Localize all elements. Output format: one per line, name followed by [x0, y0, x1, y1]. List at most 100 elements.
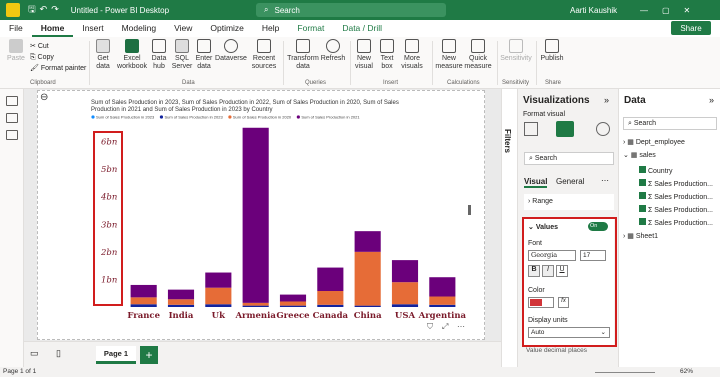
tab-modeling[interactable]: Modeling — [113, 20, 166, 37]
text-box-button[interactable]: Text box — [377, 39, 397, 71]
tab-view[interactable]: View — [165, 20, 201, 37]
zoom-level: 62% — [680, 368, 694, 375]
legend-label: Sum of Sales Production in 2020 — [233, 115, 292, 120]
visualizations-title: Visualizations — [523, 95, 590, 106]
transform-data-button[interactable]: Transform data — [287, 39, 319, 71]
publish-icon — [545, 39, 559, 53]
filters-pane[interactable]: Filters — [501, 89, 517, 367]
window-controls[interactable]: —▢✕ — [640, 6, 704, 15]
filter-icon[interactable]: ⛉ — [427, 322, 433, 329]
new-measure-button[interactable]: New measure — [435, 39, 463, 71]
back-arrow-icon[interactable]: ⊖ — [40, 92, 48, 103]
chart-legend: Sum of Sales Production in 2023 Sum of Sa… — [91, 115, 360, 120]
publish-button[interactable]: Publish — [539, 39, 565, 63]
bar-segment — [242, 127, 269, 303]
group-sensitivity: Sensitivity — [502, 80, 530, 86]
bar-segment — [317, 267, 344, 292]
bar-segment — [167, 304, 195, 307]
tab-help[interactable]: Help — [253, 20, 288, 37]
cut-button[interactable]: ✂ Cut — [30, 41, 86, 52]
table-view-icon[interactable] — [5, 113, 18, 123]
page-tab[interactable]: Page 1 — [96, 346, 136, 364]
more-visuals-icon — [405, 39, 419, 53]
table-sales[interactable]: ⌄ ▦ sales — [623, 151, 656, 159]
quick-measure-button[interactable]: Quick measure — [464, 39, 492, 71]
more-options-icon[interactable]: ⋯ — [457, 322, 465, 329]
add-page-button[interactable]: + — [140, 346, 158, 364]
decimal-places-label: Value decimal places — [526, 347, 587, 354]
sensitivity-button[interactable]: Sensitivity — [500, 39, 532, 63]
refresh-button[interactable]: Refresh — [320, 39, 346, 63]
report-view-icon[interactable] — [5, 96, 18, 106]
table-icon — [197, 39, 211, 53]
data-hub-button[interactable]: Data hub — [150, 39, 168, 71]
tab-optimize[interactable]: Optimize — [201, 20, 253, 37]
textbox-icon — [380, 39, 394, 53]
legend-marker — [296, 115, 300, 119]
share-button[interactable]: Share — [671, 21, 711, 35]
data-title: Data — [624, 95, 646, 106]
chart-icon — [357, 39, 371, 53]
excel-button[interactable]: Excel workbook — [117, 39, 147, 71]
desktop-view-icon[interactable]: ▭ — [30, 348, 39, 359]
quick-access-icons[interactable]: 🖫↶↷ — [28, 2, 63, 18]
bar-segment — [317, 291, 344, 305]
format-brush-icon[interactable] — [556, 121, 574, 137]
build-visual-icon[interactable] — [524, 122, 538, 136]
copy-button[interactable]: ⎘ Copy — [30, 52, 86, 63]
dataverse-button[interactable]: Dataverse — [215, 39, 247, 63]
tab-general[interactable]: General — [556, 177, 584, 186]
table-dept-employee[interactable]: › ▦ Dept_employee — [623, 138, 685, 146]
recent-sources-button[interactable]: Recent sources — [249, 39, 279, 71]
tab-file[interactable]: File — [0, 20, 32, 37]
focus-mode-icon[interactable]: ⤢ — [441, 322, 448, 329]
bar-segment — [354, 231, 381, 252]
analytics-icon[interactable] — [596, 122, 610, 136]
model-view-icon[interactable] — [5, 130, 18, 140]
page-indicator: Page 1 of 1 — [3, 368, 37, 375]
new-visual-button[interactable]: New visual — [353, 39, 375, 71]
sql-server-button[interactable]: SQL Server — [171, 39, 193, 71]
get-data-button[interactable]: Get data — [92, 39, 114, 71]
paste-button[interactable]: Paste — [6, 39, 26, 63]
tab-insert[interactable]: Insert — [73, 20, 112, 37]
viz-search-input[interactable]: ⌕ Search — [524, 152, 614, 165]
x-axis: France India Uk Armenia Greece Canada China USA… — [127, 311, 466, 321]
field-sales-4[interactable]: Σ Sales Production... — [639, 217, 713, 230]
group-data: Data — [182, 80, 195, 86]
field-sales-1[interactable]: Σ Sales Production... — [639, 178, 713, 191]
expand-icon[interactable]: » — [709, 95, 714, 105]
tab-format[interactable]: Format — [288, 20, 333, 37]
bar-segment — [242, 305, 269, 307]
database-icon — [96, 39, 110, 53]
group-queries: Queries — [305, 80, 327, 86]
tab-data-drill[interactable]: Data / Drill — [333, 20, 391, 37]
zoom-slider[interactable] — [595, 372, 655, 373]
search-box[interactable]: ⌕ Search — [256, 3, 446, 17]
field-sales-2[interactable]: Σ Sales Production... — [639, 191, 713, 204]
data-search-input[interactable]: ⌕ Search — [623, 117, 717, 130]
group-share: Share — [545, 80, 562, 86]
user-name[interactable]: Aarti Kaushik — [570, 6, 617, 15]
collapse-icon[interactable]: » — [604, 95, 609, 105]
more-icon[interactable]: ⋯ — [601, 176, 609, 185]
field-country[interactable]: Country — [639, 165, 713, 178]
range-section[interactable]: › Range — [524, 194, 614, 210]
field-sales-3[interactable]: Σ Sales Production... — [639, 204, 713, 217]
tab-home[interactable]: Home — [31, 20, 74, 37]
refresh-icon — [326, 39, 340, 53]
more-visuals-button[interactable]: More visuals — [399, 39, 425, 71]
enter-data-button[interactable]: Enter data — [195, 39, 213, 71]
x-tick-label: Argentina — [418, 311, 467, 321]
recent-icon — [257, 39, 271, 53]
document-title: Untitled - Power BI Desktop — [70, 5, 170, 15]
chart-scrollbar[interactable] — [468, 205, 471, 215]
tab-visual[interactable]: Visual — [524, 177, 548, 188]
mobile-view-icon[interactable]: ▯ — [56, 348, 61, 359]
stacked-column-chart[interactable]: Sum of Sales Production in 2023, Sum of … — [89, 97, 479, 329]
highlight-values-section — [522, 217, 617, 347]
bar-segment — [205, 287, 232, 305]
table-sheet1[interactable]: › ▦ Sheet1 — [623, 232, 658, 240]
format-painter-button[interactable]: 🖌 Format painter — [30, 63, 86, 74]
x-tick-label: France — [127, 311, 160, 321]
